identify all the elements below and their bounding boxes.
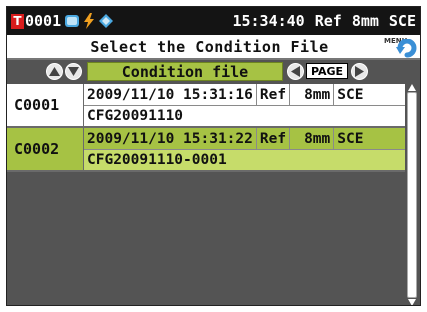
file-id: C0001 (7, 84, 84, 126)
file-number: 0001 (25, 12, 62, 30)
list-header: Condition file PAGE (7, 60, 420, 82)
file-mode: Ref (257, 128, 291, 149)
status-time: 15:34:40 (232, 12, 305, 30)
file-aperture: 8mm (290, 84, 335, 105)
page-title: Select the Condition File (90, 37, 329, 56)
right-arrow-icon (355, 66, 364, 77)
scrollbar-thumb[interactable] (407, 92, 417, 298)
connection-icon (98, 13, 114, 29)
page-prev-button[interactable] (287, 63, 304, 80)
status-bar: T 0001 15:34:40 Ref 8mm SCE (7, 7, 420, 35)
battery-icon (64, 13, 80, 29)
file-datetime: 2009/11/10 15:31:22 (84, 128, 257, 149)
back-arrow-icon (396, 39, 417, 58)
scroll-up-button[interactable] (46, 63, 63, 80)
file-id: C0002 (7, 128, 84, 170)
scroll-down-arrow-icon (408, 299, 416, 305)
condition-file-label: Condition file (87, 62, 283, 81)
left-arrow-icon (291, 66, 300, 77)
screen-title-bar: Select the Condition File MENU (7, 35, 420, 60)
up-arrow-icon (49, 67, 60, 76)
status-mode: Ref (314, 12, 342, 30)
status-specular: SCE (388, 12, 416, 30)
status-aperture: 8mm (351, 12, 379, 30)
condition-file-list: C0001 2009/11/10 15:31:16 Ref 8mm SCE CF… (7, 84, 405, 172)
scroll-down-button[interactable] (65, 63, 82, 80)
file-specular: SCE (337, 86, 364, 103)
file-name: CFG20091110-0001 (84, 150, 405, 170)
menu-back-button[interactable]: MENU (382, 36, 418, 59)
file-datetime: 2009/11/10 15:31:16 (84, 84, 257, 105)
list-item[interactable]: C0001 2009/11/10 15:31:16 Ref 8mm SCE CF… (7, 84, 405, 128)
page-next-button[interactable] (351, 63, 368, 80)
file-aperture: 8mm (290, 128, 335, 149)
target-icon: T (11, 13, 24, 29)
scrollbar[interactable] (405, 84, 419, 305)
instrument-screen: T 0001 15:34:40 Ref 8mm SCE Select the C… (6, 6, 421, 306)
file-specular: SCE (337, 130, 364, 147)
down-arrow-icon (68, 67, 79, 76)
list-item-selected[interactable]: C0002 2009/11/10 15:31:22 Ref 8mm SCE CF… (7, 128, 405, 172)
file-name: CFG20091110 (87, 108, 184, 124)
lightning-icon (83, 13, 95, 29)
file-mode: Ref (257, 84, 291, 105)
scroll-up-arrow-icon (408, 84, 416, 91)
page-label: PAGE (306, 63, 348, 79)
